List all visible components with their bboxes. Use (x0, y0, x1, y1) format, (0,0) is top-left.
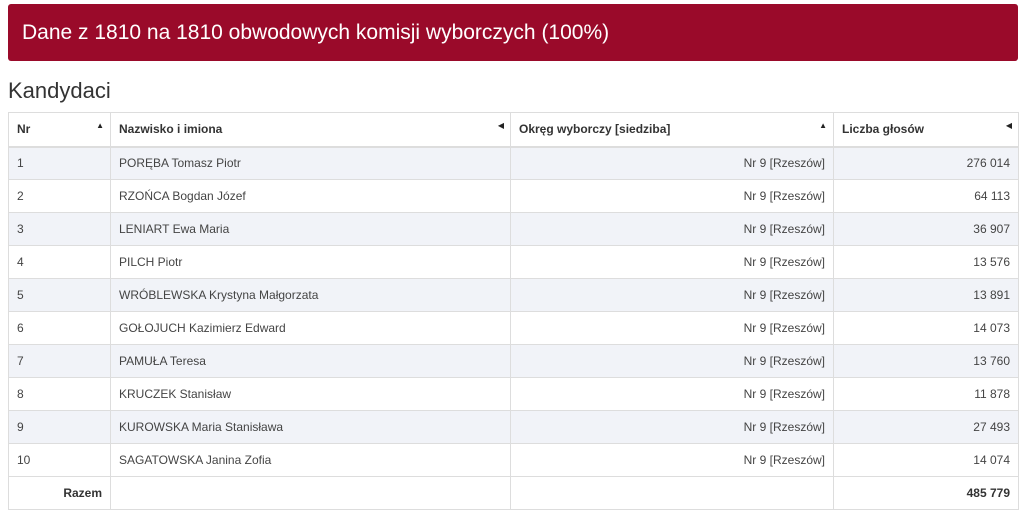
cell-district: Nr 9 [Rzeszów] (510, 377, 834, 411)
cell-district: Nr 9 [Rzeszów] (510, 443, 834, 477)
table-row: 7 PAMUŁA Teresa Nr 9 [Rzeszów] 13 760 (8, 344, 1019, 378)
table-footer-row: Razem 485 779 (8, 476, 1019, 510)
column-header-label: Nr (17, 122, 31, 137)
cell-name: PAMUŁA Teresa (110, 344, 511, 378)
table-row: 5 WRÓBLEWSKA Krystyna Małgorzata Nr 9 [R… (8, 278, 1019, 312)
sort-ascending-icon: ▲ (96, 121, 104, 130)
table-row: 10 SAGATOWSKA Janina Zofia Nr 9 [Rzeszów… (8, 443, 1019, 477)
table-row: 6 GOŁOJUCH Kazimierz Edward Nr 9 [Rzeszó… (8, 311, 1019, 345)
table-header-row: Nr ▲ Nazwisko i imiona ◀ Okręg wyborczy … (8, 112, 1019, 148)
cell-nr: 2 (8, 179, 111, 213)
sort-left-icon: ◀ (1005, 121, 1012, 130)
cell-district: Nr 9 [Rzeszów] (510, 245, 834, 279)
table-row: 1 PORĘBA Tomasz Piotr Nr 9 [Rzeszów] 276… (8, 146, 1019, 180)
cell-nr: 8 (8, 377, 111, 411)
cell-votes: 13 760 (833, 344, 1019, 378)
column-header-name[interactable]: Nazwisko i imiona ◀ (110, 112, 511, 148)
cell-nr: 3 (8, 212, 111, 246)
sort-ascending-icon: ▲ (819, 121, 827, 130)
column-header-label: Liczba głosów (842, 122, 925, 137)
cell-votes: 13 891 (833, 278, 1019, 312)
cell-name: SAGATOWSKA Janina Zofia (110, 443, 511, 477)
cell-votes: 64 113 (833, 179, 1019, 213)
section-title: Kandydaci (8, 78, 111, 103)
cell-district: Nr 9 [Rzeszów] (510, 311, 834, 345)
cell-nr: 6 (8, 311, 111, 345)
cell-nr: 7 (8, 344, 111, 378)
cell-name: PORĘBA Tomasz Piotr (110, 146, 511, 180)
column-header-label: Okręg wyborczy [siedziba] (519, 122, 671, 137)
cell-name: KUROWSKA Maria Stanisława (110, 410, 511, 444)
footer-empty-cell (510, 476, 834, 510)
cell-district: Nr 9 [Rzeszów] (510, 278, 834, 312)
table-row: 2 RZOŃCA Bogdan Józef Nr 9 [Rzeszów] 64 … (8, 179, 1019, 213)
cell-district: Nr 9 [Rzeszów] (510, 212, 834, 246)
cell-nr: 1 (8, 146, 111, 180)
column-header-votes[interactable]: Liczba głosów ◀ (833, 112, 1019, 148)
footer-empty-cell (110, 476, 511, 510)
cell-nr: 9 (8, 410, 111, 444)
cell-votes: 27 493 (833, 410, 1019, 444)
total-votes: 485 779 (833, 476, 1019, 510)
cell-votes: 276 014 (833, 146, 1019, 180)
cell-votes: 14 073 (833, 311, 1019, 345)
cell-name: KRUCZEK Stanisław (110, 377, 511, 411)
results-banner: Dane z 1810 na 1810 obwodowych komisji w… (8, 4, 1018, 61)
cell-nr: 5 (8, 278, 111, 312)
candidates-table: Nr ▲ Nazwisko i imiona ◀ Okręg wyborczy … (8, 112, 1019, 510)
column-header-nr[interactable]: Nr ▲ (8, 112, 111, 148)
cell-nr: 4 (8, 245, 111, 279)
cell-votes: 13 576 (833, 245, 1019, 279)
cell-name: RZOŃCA Bogdan Józef (110, 179, 511, 213)
table-row: 4 PILCH Piotr Nr 9 [Rzeszów] 13 576 (8, 245, 1019, 279)
column-header-label: Nazwisko i imiona (119, 122, 223, 137)
cell-name: LENIART Ewa Maria (110, 212, 511, 246)
cell-nr: 10 (8, 443, 111, 477)
cell-votes: 14 074 (833, 443, 1019, 477)
cell-district: Nr 9 [Rzeszów] (510, 344, 834, 378)
cell-district: Nr 9 [Rzeszów] (510, 146, 834, 180)
cell-name: PILCH Piotr (110, 245, 511, 279)
cell-votes: 36 907 (833, 212, 1019, 246)
cell-name: WRÓBLEWSKA Krystyna Małgorzata (110, 278, 511, 312)
total-label: Razem (8, 476, 111, 510)
cell-district: Nr 9 [Rzeszów] (510, 410, 834, 444)
column-header-district[interactable]: Okręg wyborczy [siedziba] ▲ (510, 112, 834, 148)
table-row: 8 KRUCZEK Stanisław Nr 9 [Rzeszów] 11 87… (8, 377, 1019, 411)
table-row: 9 KUROWSKA Maria Stanisława Nr 9 [Rzeszó… (8, 410, 1019, 444)
table-row: 3 LENIART Ewa Maria Nr 9 [Rzeszów] 36 90… (8, 212, 1019, 246)
cell-name: GOŁOJUCH Kazimierz Edward (110, 311, 511, 345)
cell-votes: 11 878 (833, 377, 1019, 411)
cell-district: Nr 9 [Rzeszów] (510, 179, 834, 213)
sort-left-icon: ◀ (497, 121, 504, 130)
